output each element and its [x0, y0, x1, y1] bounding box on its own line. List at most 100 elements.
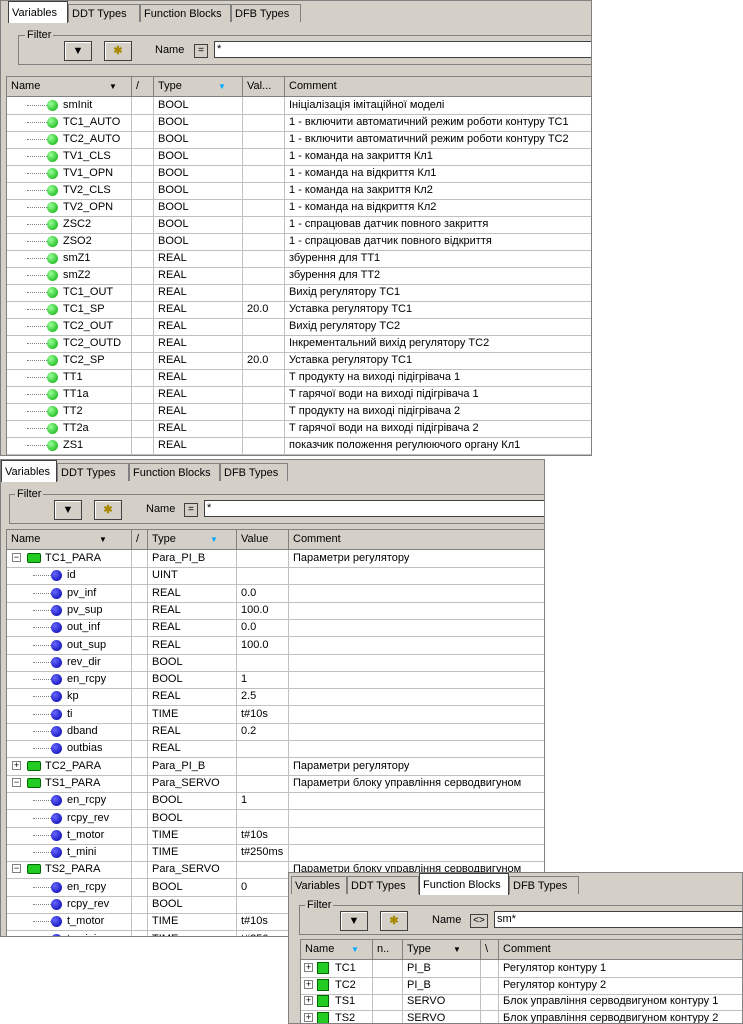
value-cell[interactable] [237, 567, 289, 585]
comment-cell[interactable]: Вихід регулятору ТС2 [285, 318, 591, 335]
table-row[interactable]: id UINT [7, 567, 544, 586]
comment-cell[interactable]: Т продукту на виході підігрівача 2 [285, 403, 591, 420]
table-row[interactable]: TC2_SP REAL 20.0 Уставка регулятору ТС1 [7, 352, 591, 370]
tab-ddt-types[interactable]: DDT Types [347, 876, 419, 894]
value-cell[interactable]: 100.0 [237, 601, 289, 619]
comment-cell[interactable]: 1 - спрацював датчик повного закриття [285, 216, 591, 233]
value-cell[interactable] [237, 653, 289, 671]
table-row[interactable]: TT2 REAL Т продукту на виході підігрівача … [7, 403, 591, 421]
value-cell[interactable]: 1 [237, 792, 289, 810]
collapse-icon[interactable]: − [12, 777, 21, 787]
tab-variables[interactable]: Variables [291, 876, 347, 894]
table-row[interactable]: TC1_OUT REAL Вихід регулятору ТС1 [7, 284, 591, 302]
value-cell[interactable]: 0.2 [237, 723, 289, 740]
value-cell[interactable]: 0.0 [237, 584, 289, 602]
table-row[interactable]: − TC1_PARA Para_PI_B Параметри регулятору [7, 550, 544, 568]
funnel-icon[interactable]: ▼ [64, 41, 92, 61]
col-name-header[interactable]: Name ▼ [301, 940, 373, 959]
table-row[interactable]: TC1_AUTO BOOL 1 - включити автоматичний ре… [7, 114, 591, 132]
table-row[interactable]: TV1_CLS BOOL 1 - команда на закриття Кл1 [7, 148, 591, 166]
value-cell[interactable]: 20.0 [243, 352, 285, 369]
table-row[interactable]: out_sup REAL 100.0 [7, 636, 544, 655]
col-n-header[interactable]: n.. [373, 940, 403, 959]
value-cell[interactable] [243, 97, 285, 114]
table-row[interactable]: dband REAL 0.2 [7, 723, 544, 741]
comment-cell[interactable]: Т продукту на виході підігрівача 1 [285, 369, 591, 386]
col-value-header[interactable]: Value [237, 530, 289, 549]
col-slash-header[interactable]: / [132, 530, 148, 549]
tab-ddt-types[interactable]: DDT Types [68, 4, 140, 22]
comment-cell[interactable]: Блок управління серводвигуном контуру 2 [499, 1010, 742, 1024]
table-row[interactable]: TT1a REAL Т гарячої води на виході підігрі… [7, 386, 591, 404]
comment-cell[interactable]: Регулятор контуру 1 [499, 960, 742, 977]
value-cell[interactable] [243, 369, 285, 386]
comment-cell[interactable]: Параметри регулятору [289, 550, 544, 567]
filter-name-input[interactable]: sm* [494, 911, 742, 928]
col-name-header[interactable]: Name ▼ [7, 530, 132, 549]
comment-cell[interactable]: 1 - включити автоматичний режим роботи к… [285, 114, 591, 131]
comment-cell[interactable] [289, 619, 544, 636]
filter-eq-button[interactable]: = [184, 503, 198, 517]
value-cell[interactable] [243, 250, 285, 267]
table-row[interactable]: TC2_AUTO BOOL 1 - включити автоматичний ре… [7, 131, 591, 149]
comment-cell[interactable]: Ініціалізація імітаційної моделі [285, 97, 591, 114]
tab-dfb-types[interactable]: DFB Types [231, 4, 301, 22]
table-row[interactable]: TT2a REAL Т гарячої води на виході підігрі… [7, 420, 591, 438]
value-cell[interactable] [237, 861, 289, 879]
value-cell[interactable]: 2.5 [237, 688, 289, 706]
table-row[interactable]: outbias REAL [7, 740, 544, 759]
table-row[interactable]: pv_inf REAL 0.0 [7, 584, 544, 603]
filter-name-input[interactable]: * [214, 41, 591, 58]
value-cell[interactable] [243, 335, 285, 352]
table-row[interactable]: en_rcpy BOOL 1 [7, 671, 544, 690]
tab-function-blocks[interactable]: Function Blocks [129, 463, 220, 481]
tab-dfb-types[interactable]: DFB Types [509, 876, 579, 894]
expand-icon[interactable]: + [304, 963, 313, 972]
tab-dfb-types[interactable]: DFB Types [220, 463, 288, 481]
table-row[interactable]: t_motor TIME t#10s [7, 826, 544, 845]
comment-cell[interactable]: Т гарячої води на виході підігрівача 1 [285, 386, 591, 403]
table-row[interactable]: smZ2 REAL збурення для ТТ2 [7, 267, 591, 285]
filter-eq-button[interactable]: = [194, 44, 208, 58]
value-cell[interactable] [243, 403, 285, 420]
collapse-icon[interactable]: − [12, 864, 21, 874]
table-row[interactable]: t_mini TIMEt#250ms [7, 844, 544, 863]
value-cell[interactable] [243, 165, 285, 182]
table-row[interactable]: ti TIME t#10s [7, 705, 544, 724]
funnel-icon[interactable]: ▼ [54, 500, 82, 520]
comment-cell[interactable]: Параметри блоку управління серводвигуном [289, 775, 544, 792]
comment-cell[interactable]: Параметри регулятору [289, 758, 544, 775]
table-row[interactable]: TC2_OUTD REAL Інкрементальний вихід регуля… [7, 335, 591, 353]
col-type-header[interactable]: Type ▼ [148, 530, 237, 549]
col-type-header[interactable]: Type ▼ [154, 77, 243, 96]
col-slash-header[interactable]: / [132, 77, 154, 96]
comment-cell[interactable]: Блок управління серводвигуном контуру 1 [499, 993, 742, 1010]
table-row[interactable]: ZS1 REAL показчик положення регулюючого ор… [7, 437, 591, 455]
filter-neq-button[interactable]: <> [470, 914, 488, 928]
comment-cell[interactable]: 1 - спрацював датчик повного відкриття [285, 233, 591, 250]
value-cell[interactable]: t#10s [237, 913, 289, 931]
table-row[interactable]: + TS1 SERVO Блок управління серводвигуном к… [301, 993, 742, 1011]
value-cell[interactable] [243, 420, 285, 437]
table-row[interactable]: kp REAL 2.5 [7, 688, 544, 707]
value-cell[interactable] [243, 233, 285, 250]
expand-icon[interactable]: + [304, 996, 313, 1005]
value-cell[interactable] [237, 809, 289, 827]
table-row[interactable]: + TC1 PI_B Регулятор контуру 1 [301, 960, 742, 978]
comment-cell[interactable]: 1 - включити автоматичний режим роботи к… [285, 131, 591, 148]
table-row[interactable]: pv_sup REAL 100.0 [7, 601, 544, 620]
table-row[interactable]: − TS1_PARA Para_SERVO Параметри блоку управ… [7, 774, 544, 793]
col-name-header[interactable]: Name ▼ [7, 77, 132, 96]
comment-cell[interactable] [289, 810, 544, 827]
value-cell[interactable] [243, 182, 285, 199]
comment-cell[interactable]: показчик положення регулюючого органу Кл… [285, 437, 591, 454]
comment-cell[interactable]: 1 - команда на закриття Кл1 [285, 148, 591, 165]
funnel-icon[interactable]: ▼ [340, 911, 368, 931]
table-row[interactable]: rcpy_rev BOOL [7, 809, 544, 828]
value-cell[interactable] [237, 774, 289, 792]
value-cell[interactable]: t#250ms [237, 930, 289, 936]
table-row[interactable]: TC2_OUT REAL Вихід регулятору ТС2 [7, 318, 591, 336]
value-cell[interactable]: 1 [237, 671, 289, 689]
value-cell[interactable]: t#10s [237, 705, 289, 723]
col-comment-header[interactable]: Comment [499, 940, 742, 959]
